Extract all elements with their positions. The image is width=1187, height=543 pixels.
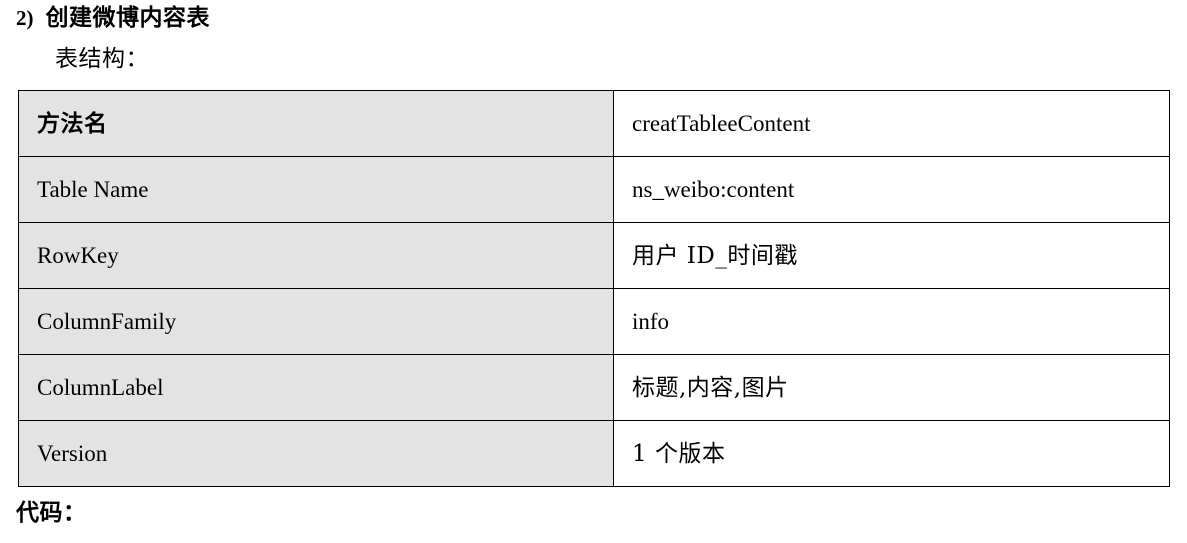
table-row: Table Name ns_weibo:content: [18, 156, 1170, 223]
document-page: 2) 创建微博内容表 表结构： 方法名 creatTableeContent T…: [0, 0, 1187, 543]
table-row: 方法名 creatTableeContent: [18, 90, 1170, 157]
page-title: 创建微博内容表: [45, 5, 210, 31]
table-row: RowKey 用户 ID_时间戳: [18, 222, 1170, 289]
section-heading: 2) 创建微博内容表: [16, 4, 210, 32]
table-cell-value: 1 个版本: [613, 420, 1170, 487]
table-cell-label: Version: [18, 420, 614, 487]
table-cell-label: Table Name: [18, 156, 614, 223]
subheading-table-structure: 表结构：: [55, 46, 149, 72]
table-row: Version 1 个版本: [18, 420, 1170, 487]
table-cell-label: ColumnLabel: [18, 354, 614, 421]
table-cell-value: 用户 ID_时间戳: [613, 222, 1170, 289]
table-cell-label: RowKey: [18, 222, 614, 289]
table-cell-value: ns_weibo:content: [613, 156, 1170, 223]
table-cell-label: 方法名: [18, 90, 614, 157]
table-cell-value: creatTableeContent: [613, 90, 1170, 157]
table-structure-spec: 方法名 creatTableeContent Table Name ns_wei…: [18, 90, 1170, 487]
table-cell-value: info: [613, 288, 1170, 355]
table-cell-value: 标题,内容,图片: [613, 354, 1170, 421]
table-cell-label: ColumnFamily: [18, 288, 614, 355]
table-body: 方法名 creatTableeContent Table Name ns_wei…: [18, 90, 1170, 487]
table-row: ColumnLabel 标题,内容,图片: [18, 354, 1170, 421]
table-row: ColumnFamily info: [18, 288, 1170, 355]
list-marker: 2): [16, 6, 34, 30]
code-section-label: 代码：: [16, 500, 87, 526]
